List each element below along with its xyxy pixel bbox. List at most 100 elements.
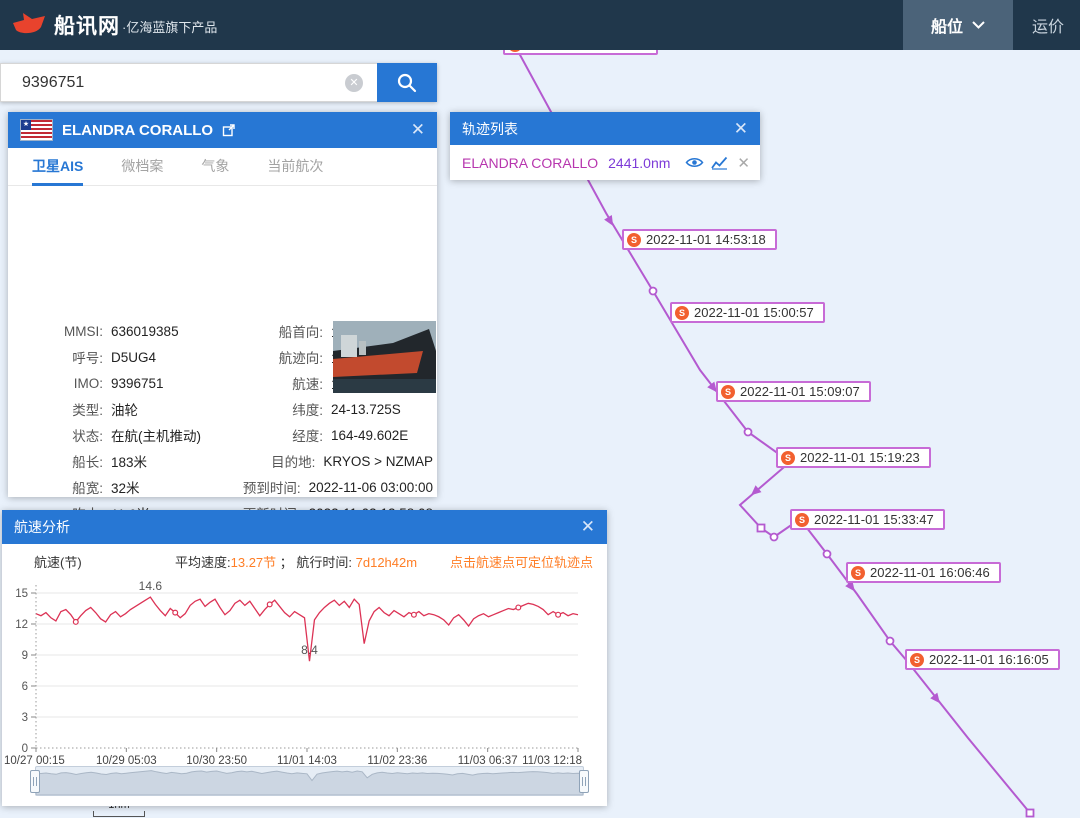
remove-track-icon[interactable]: ✕: [737, 154, 750, 172]
speed-point[interactable]: [173, 610, 178, 615]
detail-row: 目的地:KRYOS > NZMAP: [208, 448, 433, 474]
track-time-label[interactable]: S2022-11-01 15:33:47: [790, 509, 945, 530]
track-point[interactable]: [887, 638, 894, 645]
track-point[interactable]: [824, 551, 831, 558]
track-point[interactable]: [745, 429, 752, 436]
track-point[interactable]: [758, 525, 765, 532]
track-time-text: 2022-11-01 16:16:05: [929, 652, 1049, 667]
track-time-label[interactable]: S 2022-11-01 16:16:05: [905, 649, 1060, 670]
top-header: 船讯网 ·亿海蓝旗下产品 船位 运价: [0, 0, 1080, 50]
detail-value: D5UG4: [111, 350, 156, 365]
x-tick-label: 11/03 12:18: [522, 755, 582, 766]
speed-point[interactable]: [556, 612, 561, 617]
track-time-text: 2022-11-01 15:33:47: [814, 512, 934, 527]
track-time-label[interactable]: S 2022-11-01 16:06:46: [846, 562, 1001, 583]
eye-icon[interactable]: [685, 156, 704, 169]
ship-panel-header: ★ ELANDRA CORALLO ✕: [8, 112, 437, 148]
track-point[interactable]: [771, 534, 778, 541]
close-icon[interactable]: ✕: [581, 517, 595, 537]
tab-current-voyage[interactable]: 当前航次: [267, 148, 323, 186]
tab-satellite-ais[interactable]: 卫星AIS: [32, 148, 83, 186]
speed-point[interactable]: [73, 620, 78, 625]
search-input[interactable]: [0, 63, 377, 102]
detail-label: 船长:: [26, 451, 103, 471]
boat-logo-icon: [10, 10, 48, 40]
close-icon[interactable]: ✕: [734, 119, 748, 139]
detail-label: IMO:: [26, 376, 103, 391]
speed-chart[interactable]: 0369121510/27 00:1510/29 05:0310/30 23:5…: [2, 544, 607, 766]
liberia-flag-icon: ★: [20, 119, 53, 141]
track-list-row[interactable]: ELANDRA CORALLO 2441.0nm ✕: [450, 145, 760, 180]
detail-label: MMSI:: [26, 324, 103, 339]
y-tick-label: 3: [22, 712, 28, 724]
map-scale-bracket: [93, 811, 145, 817]
logo-suffix: ·亿海蓝旗下产品: [122, 17, 217, 36]
speed-point[interactable]: [516, 605, 521, 610]
external-link-icon[interactable]: [222, 124, 235, 137]
detail-label: 目的地:: [208, 451, 315, 471]
slider-handle-right[interactable]: [579, 770, 589, 793]
x-tick-label: 10/27 00:15: [4, 755, 65, 766]
track-time-text: 2022-11-01 16:06:46: [870, 565, 990, 580]
speed-chart-icon[interactable]: [711, 156, 728, 170]
track-time-label[interactable]: S2022-11-01 14:53:18: [622, 229, 777, 250]
x-tick-label: 11/01 14:03: [277, 755, 337, 766]
detail-value: 183米: [111, 451, 147, 471]
track-time-text: 2022-11-01 15:00:57: [694, 305, 814, 320]
track-distance: 2441.0nm: [608, 155, 670, 171]
x-tick-label: 10/29 05:03: [96, 755, 157, 766]
track-time-label[interactable]: S2022-11-01 15:09:07: [716, 381, 871, 402]
detail-row: IMO:9396751: [26, 370, 216, 396]
track-list-header: 轨迹列表 ✕: [450, 112, 760, 145]
data-zoom-slider[interactable]: [35, 766, 584, 796]
tab-weather[interactable]: 气象: [201, 148, 229, 186]
track-time-label[interactable]: S2022-11-01 15:19:23: [776, 447, 931, 468]
detail-row: 经度:164-49.602E: [208, 422, 433, 448]
satellite-icon: S: [851, 566, 865, 580]
search-button[interactable]: [377, 63, 437, 102]
track-vessel-name[interactable]: ELANDRA CORALLO: [462, 155, 608, 171]
speed-point[interactable]: [412, 612, 417, 617]
detail-row: MMSI:636019385: [26, 318, 216, 344]
detail-label: 状态:: [26, 425, 103, 445]
nav-freight-label: 运价: [1032, 13, 1064, 37]
track-time-text: 2022-11-01 15:09:07: [740, 384, 860, 399]
track-time-label[interactable]: S 2022-11-01 15:00:57: [670, 302, 825, 323]
speed-point[interactable]: [267, 602, 272, 607]
ship-title: ELANDRA CORALLO: [62, 122, 213, 139]
ship-details-left: MMSI:636019385呼号:D5UG4IMO:9396751类型:油轮状态…: [26, 318, 216, 526]
chart-annotation: 8.4: [301, 643, 318, 657]
satellite-icon: S: [781, 451, 795, 465]
y-tick-label: 6: [22, 681, 28, 693]
detail-row: 类型:油轮: [26, 396, 216, 422]
tab-micro-archive[interactable]: 微档案: [121, 148, 163, 186]
track-point[interactable]: [1027, 810, 1034, 817]
detail-row: 状态: 在航(主机推动): [26, 422, 216, 448]
detail-row: 呼号:D5UG4: [26, 344, 216, 370]
x-tick-label: 10/30 23:50: [186, 755, 247, 766]
detail-label: 预到时间:: [208, 477, 301, 497]
chevron-down-icon: [972, 21, 985, 29]
ship-info-panel: ★ ELANDRA CORALLO ✕ 卫星AIS 微档案气象当前航次 MMSI:…: [8, 112, 437, 497]
satellite-icon: S: [675, 306, 689, 320]
nav-ship-position-label: 船位: [931, 13, 963, 37]
logo[interactable]: 船讯网 ·亿海蓝旗下产品: [10, 10, 217, 40]
y-tick-label: 15: [15, 588, 28, 600]
slider-handle-left[interactable]: [30, 770, 40, 793]
track-point[interactable]: [650, 288, 657, 295]
detail-value: 24-13.725S: [331, 402, 401, 417]
ship-tabs: 卫星AIS 微档案气象当前航次: [8, 148, 437, 186]
nav-freight[interactable]: 运价: [1032, 0, 1064, 50]
track-list-title: 轨迹列表: [462, 119, 518, 139]
detail-label: 类型:: [26, 399, 103, 419]
map[interactable]: S2022-11-01 14:53:18 S 2022-11-01 15:00:57…: [0, 0, 1080, 818]
close-icon[interactable]: ✕: [411, 120, 425, 140]
ship-photo[interactable]: [333, 321, 436, 393]
y-tick-label: 9: [22, 650, 28, 662]
chart-annotation: 14.6: [139, 579, 163, 593]
satellite-icon: S: [910, 653, 924, 667]
detail-value: 在航(主机推动): [111, 425, 201, 445]
nav-ship-position[interactable]: 船位: [903, 0, 1013, 50]
x-tick-label: 11/03 06:37: [458, 755, 518, 766]
clear-icon[interactable]: ✕: [345, 74, 363, 92]
